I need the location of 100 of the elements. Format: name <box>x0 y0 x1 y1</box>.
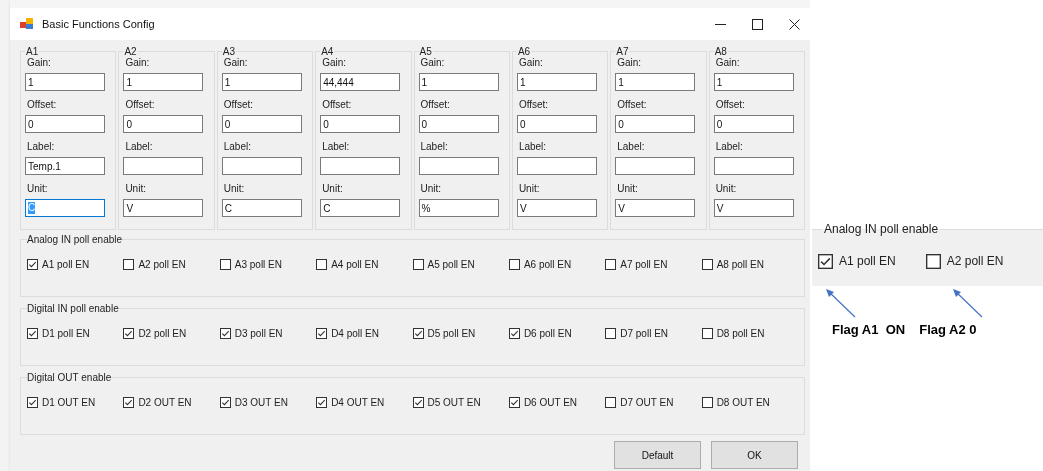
text-field[interactable]: 0 <box>320 115 401 133</box>
text-field[interactable]: V <box>713 199 794 217</box>
close-icon[interactable] <box>789 18 800 30</box>
text-field[interactable]: % <box>418 199 499 217</box>
text-field[interactable]: 0 <box>418 115 499 133</box>
text-field[interactable] <box>123 157 204 175</box>
checkbox-label: D5 OUT EN <box>427 396 481 410</box>
checkbox-label: A1 poll EN <box>839 253 896 270</box>
checkbox[interactable] <box>605 259 617 270</box>
group-title: A8 <box>713 46 728 57</box>
checkbox[interactable] <box>123 259 135 270</box>
checkbox[interactable] <box>701 328 713 339</box>
checkbox[interactable] <box>316 259 328 270</box>
checkbox-label: D7 poll EN <box>620 327 669 341</box>
checkbox[interactable] <box>27 397 38 408</box>
group-title: Digital IN poll enable <box>27 303 119 314</box>
maximize-icon[interactable] <box>752 18 763 30</box>
field-label: Offset: <box>322 99 353 111</box>
field-label: Offset: <box>420 99 451 111</box>
text-field[interactable] <box>221 157 302 175</box>
checkbox[interactable] <box>316 397 328 408</box>
text-field[interactable]: C <box>221 199 302 217</box>
checkbox-label: D2 OUT EN <box>138 396 192 410</box>
group-title: Analog IN poll enable <box>823 221 940 238</box>
checkbox[interactable] <box>219 259 231 270</box>
checkbox[interactable] <box>316 328 328 339</box>
group-title: A3 <box>221 46 236 57</box>
text-field[interactable]: 1 <box>615 73 696 91</box>
text-field[interactable]: V <box>615 199 696 217</box>
text-field[interactable]: C <box>320 199 401 217</box>
text-field[interactable]: 1 <box>713 73 794 91</box>
dialog-button[interactable]: OK <box>711 441 798 469</box>
checkbox[interactable] <box>925 253 941 269</box>
annotation-text: Flag A2 0 <box>919 321 977 339</box>
checkbox-label: A2 poll EN <box>946 253 1004 270</box>
field-label: Unit: <box>715 183 738 195</box>
group-title: A2 <box>123 46 138 57</box>
text-field[interactable] <box>516 157 597 175</box>
text-field[interactable]: 1 <box>418 73 499 91</box>
text-field[interactable]: V <box>516 199 597 217</box>
checkbox[interactable] <box>27 259 38 270</box>
text-field[interactable]: 0 <box>516 115 597 133</box>
checkbox-label: D8 OUT EN <box>716 396 770 410</box>
text-field[interactable]: 0 <box>123 115 204 133</box>
text-field[interactable]: 1 <box>516 73 597 91</box>
checkbox[interactable] <box>412 259 424 270</box>
checkbox[interactable] <box>605 397 617 408</box>
field-label: Gain: <box>125 57 151 69</box>
field-label: Gain: <box>322 57 348 69</box>
checkbox[interactable] <box>412 397 424 408</box>
checkbox[interactable] <box>701 397 713 408</box>
field-label: Offset: <box>223 99 255 111</box>
text-field[interactable]: V <box>123 199 204 217</box>
text-field[interactable]: 0 <box>25 115 105 133</box>
field-label: Gain: <box>518 57 544 69</box>
text-field[interactable]: 1 <box>25 73 105 91</box>
checkbox[interactable] <box>508 328 520 339</box>
checkbox[interactable] <box>219 328 231 339</box>
checkbox-label: D3 OUT EN <box>234 396 288 410</box>
checkbox-label: D3 poll EN <box>234 327 283 341</box>
field-label: Gain: <box>223 57 249 69</box>
checkbox[interactable] <box>123 328 135 339</box>
group-title: Digital OUT enable <box>27 372 112 383</box>
group-title: Analog IN poll enable <box>27 234 123 245</box>
field-label: Unit: <box>27 183 49 195</box>
checkbox-label: A5 poll EN <box>427 258 475 272</box>
checkbox[interactable] <box>27 328 38 339</box>
checkbox[interactable] <box>508 259 520 270</box>
checkbox-label: D4 OUT EN <box>331 396 385 410</box>
field-label: Unit: <box>617 183 639 195</box>
text-field[interactable]: 0 <box>615 115 696 133</box>
group-title: A7 <box>615 46 630 57</box>
checkbox[interactable] <box>605 328 617 339</box>
checkbox-label: D6 OUT EN <box>523 396 578 410</box>
checkbox[interactable] <box>123 397 135 408</box>
checkbox[interactable] <box>818 253 833 269</box>
checkbox-label: D6 poll EN <box>523 327 572 341</box>
text-field[interactable]: 0 <box>221 115 302 133</box>
text-field[interactable]: 44,444 <box>320 73 401 91</box>
app-icon <box>20 18 34 30</box>
text-field[interactable]: 0 <box>713 115 794 133</box>
text-field[interactable]: 1 <box>123 73 204 91</box>
dialog-button[interactable]: Default <box>614 441 701 469</box>
text-field[interactable] <box>615 157 696 175</box>
checkbox[interactable] <box>508 397 520 408</box>
field-label: Label: <box>322 141 351 153</box>
checkbox[interactable] <box>219 397 231 408</box>
text-field[interactable] <box>713 157 794 175</box>
text-field[interactable] <box>418 157 499 175</box>
text-field[interactable]: Temp.1 <box>25 157 105 175</box>
annotation-text: Flag A1 ON <box>832 321 906 339</box>
text-field[interactable] <box>320 157 401 175</box>
field-label: Offset: <box>518 99 550 111</box>
field-label: Unit: <box>322 183 344 195</box>
checkbox[interactable] <box>701 259 713 270</box>
text-field[interactable]: 1 <box>221 73 302 91</box>
checkbox-label: A7 poll EN <box>620 258 668 272</box>
checkbox-label: A1 poll EN <box>42 258 90 272</box>
checkbox[interactable] <box>412 328 424 339</box>
checkbox-label: D1 poll EN <box>42 327 90 341</box>
